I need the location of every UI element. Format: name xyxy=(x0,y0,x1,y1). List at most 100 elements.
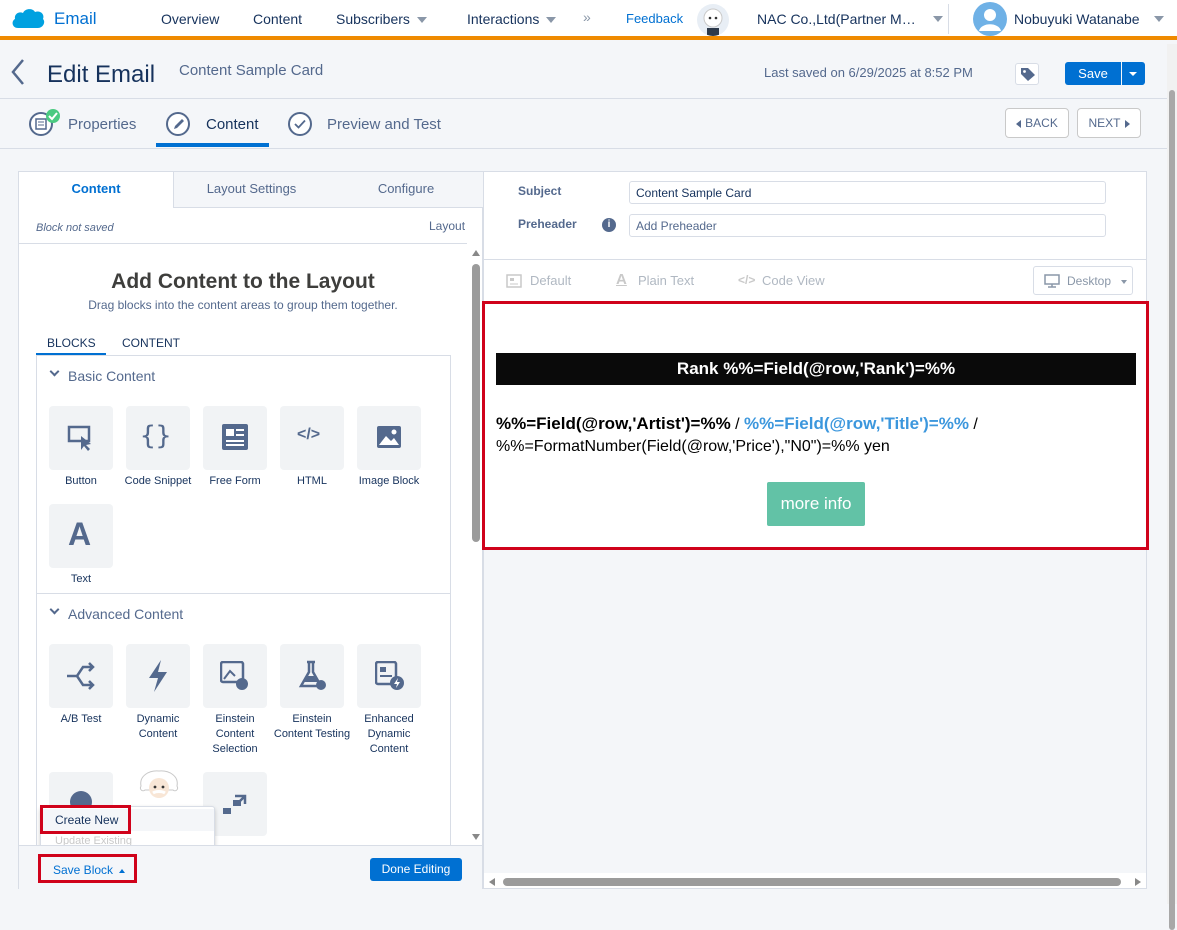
horizontal-scrollbar[interactable] xyxy=(489,877,1142,887)
step-navigation: Properties Content Preview and Test BACK… xyxy=(0,99,1167,149)
chevron-down-icon xyxy=(49,366,60,377)
button-block[interactable] xyxy=(49,406,113,470)
chevron-down-icon[interactable] xyxy=(933,16,943,22)
step-preview-and-test[interactable]: Preview and Test xyxy=(327,116,441,133)
tab-configure[interactable]: Configure xyxy=(329,172,483,208)
einstein-mascot-icon xyxy=(137,768,181,808)
html-block[interactable]: </> xyxy=(280,406,344,470)
free-form-block[interactable] xyxy=(203,406,267,470)
text-icon: A xyxy=(68,516,92,552)
chevron-down-icon[interactable] xyxy=(1154,16,1164,22)
nav-overview[interactable]: Overview xyxy=(161,11,219,27)
free-form-block-label: Free Form xyxy=(209,475,261,487)
einstein-image-icon xyxy=(220,661,248,690)
preheader-input[interactable]: Add Preheader xyxy=(629,214,1106,237)
account-switcher[interactable]: NAC Co.,Ltd(Partner M… xyxy=(757,11,916,27)
info-icon[interactable]: i xyxy=(602,218,616,232)
ab-test-block[interactable] xyxy=(49,644,113,708)
basic-content-section-header[interactable]: Basic Content xyxy=(37,356,450,392)
app-name[interactable]: Email xyxy=(54,9,97,29)
tab-layout-settings[interactable]: Layout Settings xyxy=(173,172,329,208)
checkmark-step-icon[interactable] xyxy=(288,112,312,136)
einstein-content-testing-block-label: Einstein Content Testing xyxy=(273,713,351,740)
subtab-blocks[interactable]: BLOCKS xyxy=(47,336,96,350)
done-editing-button[interactable]: Done Editing xyxy=(370,858,462,881)
device-label: Desktop xyxy=(1067,274,1112,288)
code-snippet-block[interactable]: {} xyxy=(126,406,190,470)
device-select[interactable]: Desktop xyxy=(1033,266,1133,295)
advanced-content-section-header[interactable]: Advanced Content xyxy=(37,594,450,630)
email-name: Content Sample Card xyxy=(179,62,324,79)
subject-input[interactable]: Content Sample Card xyxy=(629,181,1106,204)
scroll-right-icon[interactable] xyxy=(1135,878,1141,886)
top-navigation: Email Overview Content Subscribers Inter… xyxy=(0,0,1177,40)
html-code-icon: </> xyxy=(297,426,321,443)
code-icon: </> xyxy=(738,273,756,287)
check-icon xyxy=(46,109,60,123)
scrollbar[interactable] xyxy=(472,250,480,840)
back-button[interactable]: BACK xyxy=(1005,108,1069,138)
divider xyxy=(948,4,949,34)
subtab-content[interactable]: CONTENT xyxy=(122,336,180,350)
enhanced-dynamic-content-block[interactable] xyxy=(357,644,421,708)
next-button[interactable]: NEXT xyxy=(1077,108,1141,138)
user-name[interactable]: Nobuyuki Watanabe xyxy=(1014,11,1140,27)
chevron-right-icon xyxy=(1124,119,1130,128)
einstein-content-selection-block[interactable] xyxy=(203,644,267,708)
default-view-label: Default xyxy=(530,273,572,288)
share-arrow-icon xyxy=(223,794,247,814)
scroll-down-icon[interactable] xyxy=(472,834,480,840)
nav-interactions[interactable]: Interactions xyxy=(467,11,557,27)
last-saved-text: Last saved on 6/29/2025 at 8:52 PM xyxy=(764,65,973,80)
nav-subscribers[interactable]: Subscribers xyxy=(336,11,427,27)
user-avatar-icon[interactable] xyxy=(973,2,1007,36)
panel-footer: Save Block Done Editing xyxy=(19,845,482,889)
chevron-left-icon xyxy=(1016,119,1022,128)
lightning-icon xyxy=(149,660,167,692)
tab-content[interactable]: Content xyxy=(19,172,173,208)
scrollbar-thumb[interactable] xyxy=(472,264,480,542)
chevron-down-icon xyxy=(1129,72,1137,76)
desktop-icon xyxy=(1044,274,1060,288)
blocks-list: Basic Content Button {} Code Snippet Fre… xyxy=(36,355,451,845)
image-block[interactable] xyxy=(357,406,421,470)
nav-feedback[interactable]: Feedback xyxy=(626,11,683,26)
nav-more[interactable]: » xyxy=(583,9,591,25)
button-block-label: Button xyxy=(65,475,97,487)
scrollbar-thumb[interactable] xyxy=(503,878,1121,886)
einstein-content-testing-block[interactable] xyxy=(280,644,344,708)
page-title: Edit Email xyxy=(47,61,156,88)
step-properties[interactable]: Properties xyxy=(68,116,136,133)
text-format-icon: A xyxy=(616,271,627,288)
add-content-subheading: Drag blocks into the content areas to gr… xyxy=(88,298,398,312)
einstein-content-selection-block-label: Einstein Content Selection xyxy=(212,713,258,755)
save-options-button[interactable] xyxy=(1122,62,1145,85)
highlight-content-block xyxy=(482,301,1149,550)
content-builder-panel: Content Layout Settings Configure Block … xyxy=(18,171,483,889)
dynamic-content-block[interactable] xyxy=(126,644,190,708)
plain-text-view-label: Plain Text xyxy=(638,273,695,288)
text-block-label: Text xyxy=(70,573,92,585)
scroll-left-icon[interactable] xyxy=(489,878,495,886)
basic-content-title: Basic Content xyxy=(68,368,156,384)
tag-icon xyxy=(1021,68,1035,81)
nav-content[interactable]: Content xyxy=(253,11,302,27)
page-scrollbar[interactable] xyxy=(1167,44,1177,930)
step-content[interactable]: Content xyxy=(206,116,259,133)
divider xyxy=(484,259,1146,260)
nav-interactions-label: Interactions xyxy=(467,11,540,27)
page-scrollbar-thumb[interactable] xyxy=(1169,90,1175,930)
enhanced-dynamic-icon xyxy=(375,661,404,690)
divider xyxy=(19,243,467,244)
chevron-down-icon xyxy=(1121,280,1127,284)
chevron-down-icon xyxy=(49,604,60,615)
text-block[interactable]: A xyxy=(49,504,113,568)
back-arrow-icon[interactable] xyxy=(10,58,26,86)
html-block-label: HTML xyxy=(297,475,327,487)
nav-subscribers-label: Subscribers xyxy=(336,11,410,27)
advanced-content-title: Advanced Content xyxy=(68,606,184,622)
save-button[interactable]: Save xyxy=(1065,62,1121,85)
pencil-icon[interactable] xyxy=(166,112,190,136)
scroll-up-icon[interactable] xyxy=(472,250,480,256)
tag-button[interactable] xyxy=(1015,63,1039,85)
